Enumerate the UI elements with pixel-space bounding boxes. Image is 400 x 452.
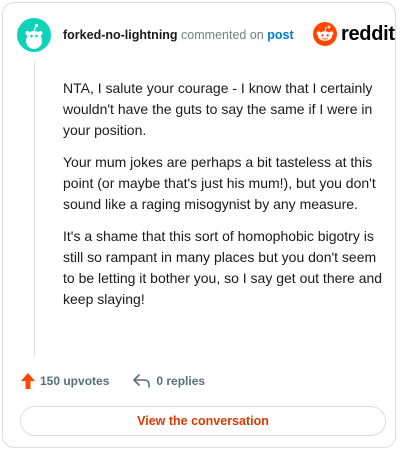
commented-on-text: commented on [181,28,264,42]
reply-icon [133,374,151,388]
reddit-wordmark: reddit [341,22,395,45]
comment-paragraph: NTA, I salute your courage - I know that… [63,80,373,138]
snoo-avatar-icon[interactable] [17,18,51,52]
comment-card: forked-no-lightning commented on post re… [2,2,396,448]
replies-button[interactable]: 0 replies [133,374,205,388]
post-link[interactable]: post [267,28,293,42]
comment-actions: 150 upvotes 0 replies [21,373,205,389]
comment-paragraph: Your mum jokes are perhaps a bit tastele… [63,154,376,212]
comment-paragraph: It's a shame that this sort of homophobi… [63,228,383,307]
username-link[interactable]: forked-no-lightning [63,28,178,42]
reddit-logo[interactable]: reddit [313,22,395,46]
view-conversation-button[interactable]: View the conversation [20,406,386,436]
comment-header: forked-no-lightning commented on post [63,27,294,43]
comment-body: NTA, I salute your courage - I know that… [63,78,383,321]
reddit-snoo-icon [313,22,337,46]
upvote-arrow-icon [21,373,35,389]
reply-count: 0 replies [156,374,206,388]
upvote-button[interactable]: 150 upvotes [21,373,109,389]
upvote-count: 150 upvotes [40,374,110,388]
thread-line [34,61,35,357]
